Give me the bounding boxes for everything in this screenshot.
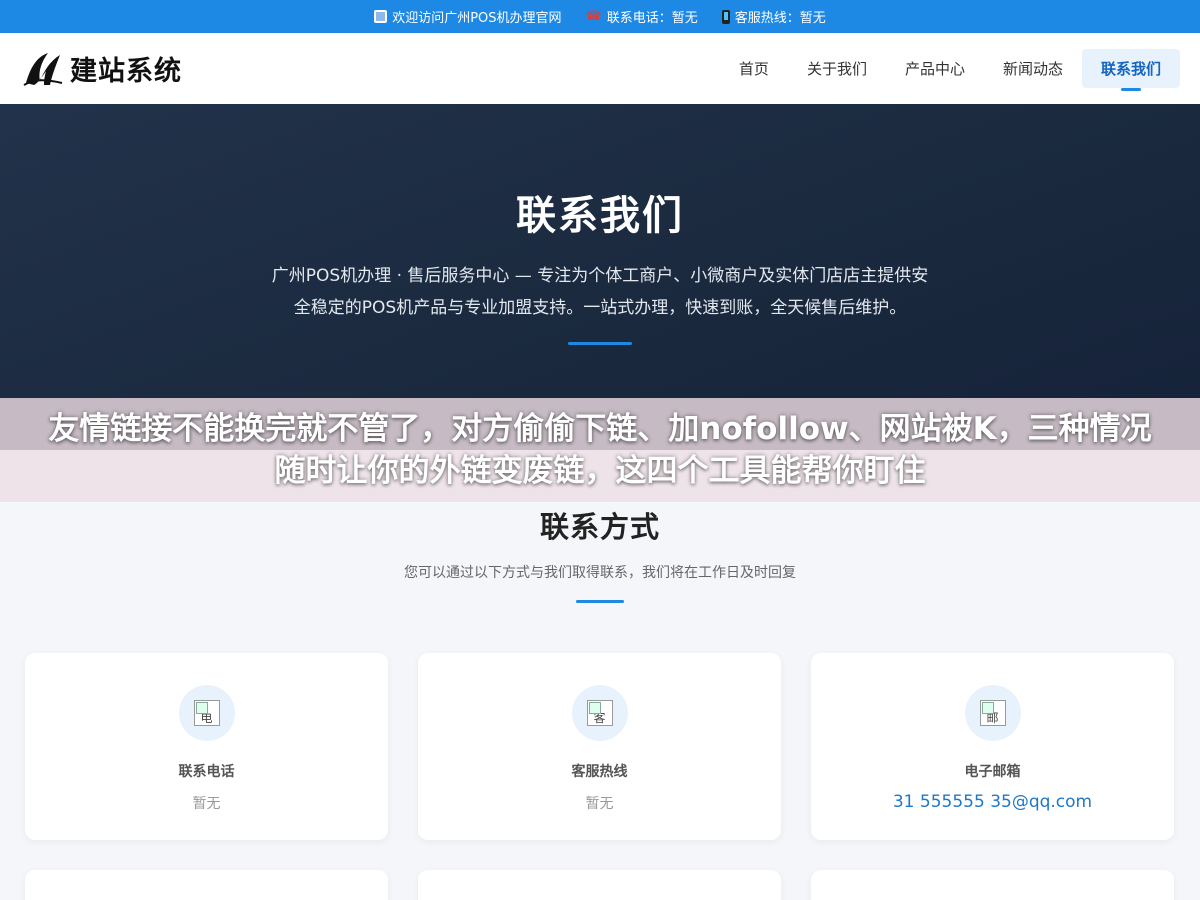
contact-card-phone: 电 联系电话 暂无 (25, 653, 388, 840)
nav-products[interactable]: 产品中心 (886, 49, 984, 88)
welcome-text: 欢迎访问广州POS机办理官网 (392, 11, 562, 26)
mobile-phone-icon (721, 9, 730, 24)
logo-text: 建站系统 (70, 56, 182, 87)
email-link[interactable]: 31 555555 35@qq.com (811, 792, 1174, 812)
email-icon: 邮 (979, 700, 1006, 726)
hero-description: 广州POS机办理 · 售后服务中心 — 专注为个体工商户、小微商户及实体门店店主… (271, 266, 929, 318)
contact-divider (576, 600, 624, 603)
welcome-info: 欢迎访问广州POS机办理官网 (374, 7, 562, 26)
hero-title: 联系我们 (516, 193, 684, 239)
nav-contact[interactable]: 联系我们 (1081, 49, 1180, 88)
contact-card-label: 客服热线 (571, 764, 628, 780)
main-nav: 首页 关于我们 产品中心 新闻动态 联系我们 (720, 49, 1180, 88)
contact-title: 联系方式 (539, 510, 660, 544)
phone-info: ☎ 联系电话：暂无 (586, 7, 698, 26)
hero-divider (568, 342, 632, 345)
contact-cards: 电 联系电话 暂无 客 客服热线 暂无 邮 电子邮箱 31 555555 35@… (0, 653, 1200, 900)
hero-section: 联系我们 广州POS机办理 · 售后服务中心 — 专注为个体工商户、小微商户及实… (0, 104, 1200, 398)
contact-card-extra (811, 870, 1174, 900)
phone-icon: 电 (193, 700, 220, 726)
nav-home[interactable]: 首页 (720, 49, 788, 88)
contact-card-extra (25, 870, 388, 900)
contact-card-email: 邮 电子邮箱 31 555555 35@qq.com (811, 653, 1174, 840)
site-header: 建站系统 首页 关于我们 产品中心 新闻动态 联系我们 (0, 33, 1200, 104)
contact-card-label: 联系电话 (178, 764, 235, 780)
phone-icon: ☎ (585, 9, 602, 24)
website-icon (374, 10, 388, 23)
hotline-text: 客服热线：暂无 (734, 11, 826, 26)
phone-icon-circle: 电 (178, 685, 235, 741)
site-logo[interactable]: 建站系统 (22, 49, 182, 89)
nav-about[interactable]: 关于我们 (788, 49, 886, 88)
hotline-icon-circle: 客 (571, 685, 628, 741)
phone-text: 联系电话：暂无 (606, 11, 698, 26)
contact-card-value: 暂无 (192, 796, 221, 812)
contact-subtitle: 您可以通过以下方式与我们取得联系，我们将在工作日及时回复 (404, 565, 796, 581)
email-icon-circle: 邮 (964, 685, 1021, 741)
contact-card-value: 暂无 (585, 796, 614, 812)
contact-card-extra (418, 870, 781, 900)
top-info-bar: 欢迎访问广州POS机办理官网 ☎ 联系电话：暂无 客服热线：暂无 (0, 0, 1200, 33)
contact-card-hotline: 客 客服热线 暂无 (418, 653, 781, 840)
headset-icon: 客 (586, 700, 613, 726)
hotline-info: 客服热线：暂无 (721, 7, 826, 26)
contact-card-label: 电子邮箱 (964, 764, 1021, 780)
article-title-banner: 友情链接不能换完就不管了，对方偷偷下链、加nofollow、网站被K，三种情况随… (0, 398, 1200, 502)
nav-news[interactable]: 新闻动态 (984, 49, 1082, 88)
logo-mark-icon (23, 52, 63, 86)
article-title: 友情链接不能换完就不管了，对方偷偷下链、加nofollow、网站被K，三种情况随… (48, 411, 1152, 489)
